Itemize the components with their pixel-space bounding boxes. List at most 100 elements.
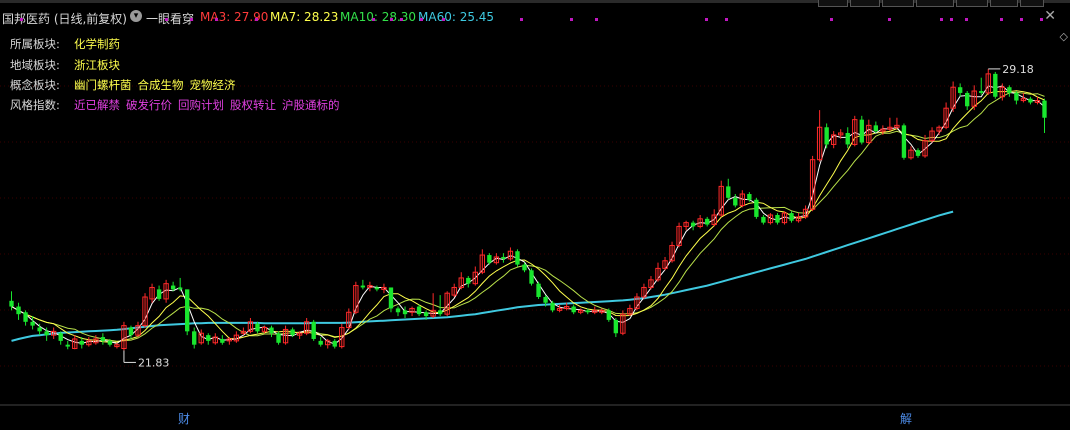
event-dot (725, 18, 728, 21)
candle-body (690, 222, 696, 227)
info-value[interactable]: 股权转让 (230, 97, 276, 113)
candle-body (374, 287, 380, 290)
candle-body (332, 340, 337, 347)
event-dot (372, 18, 375, 21)
candle-body (859, 119, 864, 143)
candle-body (522, 264, 527, 271)
candle-body (423, 312, 429, 317)
candle-body (318, 340, 323, 345)
candle-body (255, 323, 260, 332)
candle-body (501, 256, 506, 259)
event-dot (390, 18, 393, 21)
event-dot (165, 18, 168, 21)
event-dot (20, 18, 23, 21)
info-value[interactable]: 合成生物 (138, 77, 184, 93)
info-value[interactable]: 沪股通标的 (282, 97, 340, 113)
event-dot (830, 18, 833, 21)
info-value[interactable]: 回购计划 (178, 97, 224, 113)
candle-body (37, 327, 42, 332)
candle-body (873, 125, 879, 132)
candle-body (170, 285, 176, 290)
candle-body (1028, 98, 1033, 103)
candle-body (775, 215, 780, 223)
candle-body (915, 150, 921, 156)
candle-body (156, 289, 162, 299)
candle-body (388, 287, 394, 309)
candle-body (23, 312, 28, 322)
candle-body (276, 333, 281, 343)
event-dot (1000, 18, 1003, 21)
event-dot (1040, 18, 1043, 21)
candle-body (543, 297, 548, 303)
candle-body (79, 340, 84, 345)
candle-body (1042, 100, 1047, 118)
finance-marker[interactable]: 财 (178, 410, 190, 427)
info-row-style: 风格指数: 近已解禁 破发行价 回购计划 股权转让 沪股通标的 (10, 97, 346, 113)
event-dot (940, 18, 943, 21)
info-row-region: 地域板块: 浙江板块 (10, 57, 126, 73)
candle-body (206, 335, 211, 341)
candle-body (1014, 92, 1019, 101)
event-dot (520, 18, 523, 21)
candle-body (177, 287, 183, 290)
candle-body (550, 302, 555, 311)
candle-body (733, 197, 738, 206)
info-row-concept: 概念板块: 幽门螺杆菌 合成生物 宠物经济 (10, 77, 242, 93)
candle-body (311, 321, 316, 339)
info-value[interactable]: 化学制药 (74, 36, 120, 52)
event-dot (595, 18, 598, 21)
candle-body (536, 283, 541, 298)
candle-body (107, 340, 113, 345)
info-key: 地域板块: (10, 58, 60, 72)
candle-body (957, 87, 963, 93)
low-label: 21.83 (138, 356, 170, 369)
high-label: 29.18 (1002, 63, 1034, 76)
event-dot (950, 18, 953, 21)
candle-body (606, 310, 611, 320)
info-value[interactable]: 幽门螺杆菌 (74, 77, 132, 93)
candle-body (30, 321, 35, 326)
info-value[interactable]: 浙江板块 (74, 57, 120, 73)
ma60-line (11, 210, 954, 342)
candle-body (402, 310, 408, 315)
candle-body (571, 306, 576, 313)
event-dot (705, 18, 708, 21)
event-dot (400, 18, 403, 21)
candle-body (487, 255, 492, 263)
event-dot (442, 18, 445, 21)
candle-body (845, 132, 850, 145)
candle-body (747, 194, 752, 200)
candle-body (16, 306, 21, 315)
candle-body (360, 285, 366, 288)
candle-body (58, 333, 63, 341)
candle-body (9, 300, 14, 307)
candle-body (529, 270, 534, 284)
candle-body (437, 310, 443, 315)
candle-body (754, 199, 759, 217)
candle-body (585, 310, 590, 313)
info-value[interactable]: 破发行价 (126, 97, 172, 113)
event-dot (255, 18, 258, 21)
kline-chart[interactable]: 29.18 21.83 (0, 0, 1070, 430)
info-value[interactable]: 近已解禁 (74, 97, 120, 113)
unlock-marker[interactable]: 解 (900, 410, 912, 427)
event-dot (888, 18, 891, 21)
candle-body (65, 344, 70, 347)
event-dot (570, 18, 573, 21)
candle-body (290, 329, 295, 336)
candle-body (726, 186, 731, 198)
info-value[interactable]: 宠物经济 (190, 77, 236, 93)
info-key: 所属板块: (10, 37, 60, 51)
event-dot (965, 18, 968, 21)
event-dot (1020, 18, 1023, 21)
event-dot (420, 18, 423, 21)
candle-body (901, 125, 907, 158)
candle-body (515, 251, 520, 265)
candle-body (100, 337, 106, 341)
candle-body (466, 277, 471, 284)
info-key: 风格指数: (10, 98, 60, 112)
candle-body (395, 308, 401, 313)
candle-body (220, 338, 225, 343)
candle-body (128, 327, 134, 336)
candle-body (965, 92, 970, 107)
